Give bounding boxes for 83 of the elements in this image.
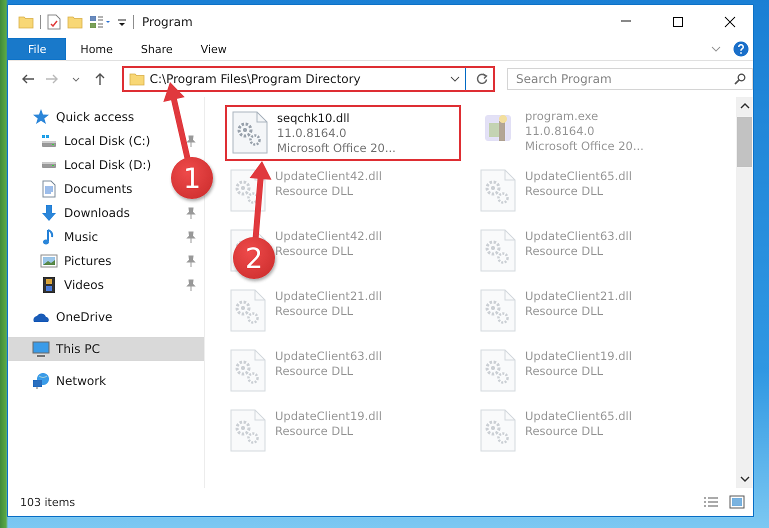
file-detail: Resource DLL — [275, 184, 354, 199]
item-count: 103 items — [20, 496, 76, 508]
file-detail: Resource DLL — [275, 424, 354, 439]
file-detail: Resource DLL — [275, 304, 354, 319]
scroll-down-icon[interactable] — [740, 474, 750, 484]
ribbon-tab[interactable]: View — [186, 38, 241, 60]
file-detail: Microsoft Office 20... — [525, 139, 644, 154]
search-field[interactable]: Search Program — [506, 68, 753, 90]
scroll-thumb[interactable] — [737, 117, 752, 167]
ribbon-tab[interactable]: Share — [126, 38, 187, 60]
file-name: UpdateClient42.dll — [275, 169, 382, 184]
gear-file-icon — [229, 289, 267, 333]
pin-icon[interactable] — [186, 231, 196, 243]
gear-file-icon — [479, 349, 517, 393]
file-name: UpdateClient63.dll — [525, 229, 632, 244]
film-icon — [40, 276, 58, 294]
nav-item[interactable]: Local Disk (D:) — [64, 158, 152, 172]
file-detail: Resource DLL — [525, 424, 604, 439]
refresh-icon[interactable] — [476, 73, 488, 85]
download-icon — [40, 204, 58, 222]
gear-file-icon — [229, 349, 267, 393]
picture-icon — [40, 252, 58, 270]
pin-icon[interactable] — [186, 135, 196, 147]
view-menu-icon[interactable] — [89, 14, 111, 30]
search-icon[interactable] — [734, 73, 746, 85]
nav-item[interactable]: Videos — [64, 278, 104, 292]
drive-icon — [40, 159, 58, 171]
file-detail: Resource DLL — [275, 364, 354, 379]
document-icon — [40, 180, 58, 198]
nav-item[interactable]: Downloads — [64, 206, 130, 220]
nav-item[interactable]: Network — [56, 374, 106, 388]
nav-item[interactable]: OneDrive — [56, 310, 112, 324]
window-title: Program — [142, 14, 194, 28]
gear-file-icon — [479, 289, 517, 333]
file-detail: Microsoft Office 20... — [277, 141, 396, 156]
pin-icon[interactable] — [186, 207, 196, 219]
folder-icon — [128, 71, 145, 87]
nav-item[interactable]: Local Disk (C:) — [64, 134, 150, 148]
file-detail: 11.0.8164.0 — [525, 124, 596, 139]
gear-file-icon — [231, 111, 269, 155]
nav-item[interactable]: Quick access — [56, 110, 134, 124]
gear-file-icon — [479, 409, 517, 453]
star-icon — [32, 108, 50, 126]
nav-item[interactable]: Pictures — [64, 254, 112, 268]
pin-icon[interactable] — [186, 255, 196, 267]
file-name: program.exe — [525, 109, 600, 124]
ribbon-tab[interactable]: File — [8, 38, 66, 60]
file-name: UpdateClient65.dll — [525, 409, 632, 424]
file-detail: Resource DLL — [525, 244, 604, 259]
close-icon[interactable] — [724, 16, 736, 28]
globe-icon — [32, 372, 50, 390]
scroll-up-icon[interactable] — [740, 101, 750, 111]
file-item[interactable]: seqchk10.dll 11.0.8164.0 Microsoft Office 20... — [225, 105, 461, 161]
file-name: UpdateClient63.dll — [275, 349, 382, 364]
file-name: UpdateClient19.dll — [525, 349, 632, 364]
pin-icon[interactable] — [186, 279, 196, 291]
gear-file-icon — [229, 409, 267, 453]
file-name: UpdateClient21.dll — [275, 289, 382, 304]
file-name: UpdateClient65.dll — [525, 169, 632, 184]
file-detail: Resource DLL — [525, 304, 604, 319]
checklist-icon[interactable] — [47, 14, 61, 30]
nav-item[interactable]: Documents — [64, 182, 132, 196]
nav-item[interactable]: This PC — [8, 337, 204, 361]
dropdown-icon[interactable] — [450, 75, 460, 83]
scrollbar[interactable] — [736, 97, 753, 488]
file-name: UpdateClient19.dll — [275, 409, 382, 424]
monitor-icon — [32, 340, 50, 358]
file-name: UpdateClient42.dll — [275, 229, 382, 244]
file-name: UpdateClient21.dll — [525, 289, 632, 304]
address-bar[interactable]: C:\Program Files\Program Directory — [122, 66, 495, 92]
file-detail: 11.0.8164.0 — [277, 126, 348, 141]
gear-file-icon — [479, 169, 517, 213]
file-detail: Resource DLL — [275, 244, 354, 259]
gear-file-icon — [479, 229, 517, 273]
ribbon-tab[interactable]: Home — [66, 38, 127, 60]
drive-icon — [40, 132, 58, 150]
maximize-icon[interactable] — [672, 16, 684, 28]
file-detail: Resource DLL — [525, 364, 604, 379]
nav-item[interactable]: Music — [64, 230, 98, 244]
file-name: seqchk10.dll — [277, 111, 351, 126]
chevron-icon[interactable] — [711, 45, 721, 53]
help-icon[interactable] — [733, 41, 749, 57]
file-detail: Resource DLL — [525, 184, 604, 199]
